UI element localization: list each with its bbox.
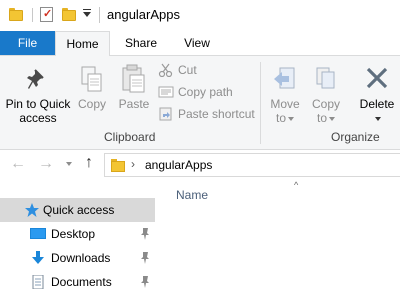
delete-label: Delete	[359, 97, 395, 111]
move-to-label-line1: Move	[270, 97, 300, 111]
tab-file[interactable]: File	[0, 31, 55, 55]
address-path-segment[interactable]: angularApps	[145, 158, 212, 172]
title-bar: ✓ angularApps	[0, 0, 400, 31]
star-icon	[25, 203, 39, 217]
folder-icon	[111, 159, 125, 172]
delete-button[interactable]: Delete	[356, 60, 398, 126]
pin-icon[interactable]	[140, 228, 150, 240]
paste-shortcut-button[interactable]: Paste shortcut	[158, 105, 258, 123]
window-title: angularApps	[107, 7, 180, 22]
paste-shortcut-icon	[159, 107, 172, 121]
tab-view[interactable]: View	[172, 31, 222, 55]
desktop-icon	[30, 228, 46, 239]
scissors-icon	[158, 63, 173, 77]
copy-to-icon	[316, 67, 335, 89]
ribbon-group-divider	[260, 62, 261, 144]
dropdown-arrow-icon	[329, 116, 335, 121]
pin-label-line1: Pin to Quick	[5, 97, 71, 111]
documents-icon	[32, 275, 44, 289]
address-bar[interactable]: › angularApps	[104, 153, 400, 177]
sidebar-item-label: Downloads	[51, 251, 111, 265]
sidebar-item-label: Desktop	[51, 227, 96, 241]
toolbar-divider	[32, 8, 33, 22]
sidebar-item-documents[interactable]: Documents	[0, 270, 155, 294]
cut-button[interactable]: Cut	[158, 61, 218, 79]
move-to-icon	[274, 67, 295, 89]
organize-group-label: Organize	[331, 130, 380, 144]
paste-icon	[122, 64, 145, 93]
sidebar-item-label: Documents	[51, 275, 112, 289]
clipboard-group-label: Clipboard	[104, 130, 156, 144]
download-arrow-icon	[32, 251, 44, 264]
new-folder-icon[interactable]	[62, 8, 76, 21]
move-to-label-word: to	[275, 111, 286, 125]
sidebar-item-desktop[interactable]: Desktop	[0, 222, 155, 246]
paste-shortcut-label: Paste shortcut	[178, 107, 255, 121]
pin-icon[interactable]	[140, 252, 150, 264]
ribbon: Pin to Quick access Copy Paste Cut Copy …	[0, 55, 400, 150]
tab-home[interactable]: Home	[55, 31, 110, 56]
pin-icon	[27, 69, 44, 89]
copy-to-label-word: to	[316, 111, 327, 125]
sort-caret-icon: ^	[294, 180, 299, 190]
sidebar-item-downloads[interactable]: Downloads	[0, 246, 155, 270]
sidebar-item-label: Quick access	[43, 203, 115, 217]
copy-button[interactable]: Copy	[74, 60, 110, 126]
copy-to-label-line2: to	[306, 111, 346, 125]
navigation-bar: ← → ↑ › angularApps	[0, 150, 400, 180]
pin-label-line2: access	[19, 111, 57, 125]
folder-icon[interactable]	[9, 8, 23, 21]
tab-share[interactable]: Share	[115, 31, 167, 55]
paste-button[interactable]: Paste	[114, 60, 154, 126]
dropdown-arrow-icon	[288, 116, 294, 121]
copy-path-icon	[158, 86, 174, 98]
copy-label: Copy	[77, 97, 106, 111]
cut-label: Cut	[178, 63, 197, 77]
copy-to-button[interactable]: Copy to	[306, 60, 346, 126]
delete-dropdown[interactable]	[356, 111, 398, 125]
delete-x-icon	[366, 67, 388, 89]
content-area: ^ Name Quick access Desktop Downloads Do…	[0, 180, 400, 295]
back-arrow-icon[interactable]: ←	[10, 156, 26, 172]
customize-toolbar-icon[interactable]	[83, 12, 91, 17]
title-divider	[99, 7, 100, 23]
chevron-right-icon[interactable]: ›	[131, 157, 135, 171]
recent-locations-dropdown-icon[interactable]	[66, 162, 72, 166]
copy-path-button[interactable]: Copy path	[158, 83, 238, 101]
copy-to-label-line1: Copy	[311, 97, 340, 111]
forward-arrow-icon[interactable]: →	[38, 156, 54, 172]
paste-label: Paste	[118, 97, 150, 111]
dropdown-arrow-icon	[375, 116, 381, 121]
copy-icon	[81, 66, 102, 92]
move-to-label-line2: to	[266, 111, 304, 125]
pin-to-quick-access-button[interactable]: Pin to Quick access	[2, 60, 74, 126]
up-arrow-icon[interactable]: ↑	[85, 154, 93, 172]
customize-toolbar-line	[83, 9, 91, 10]
ribbon-tabs: File Home Share View	[0, 31, 400, 56]
properties-icon[interactable]: ✓	[40, 7, 53, 22]
pin-icon[interactable]	[140, 276, 150, 288]
sidebar-item-quick-access[interactable]: Quick access	[0, 198, 155, 222]
copy-path-label: Copy path	[178, 85, 233, 99]
column-header-name[interactable]: Name	[176, 188, 208, 202]
move-to-button[interactable]: Move to	[266, 60, 304, 126]
